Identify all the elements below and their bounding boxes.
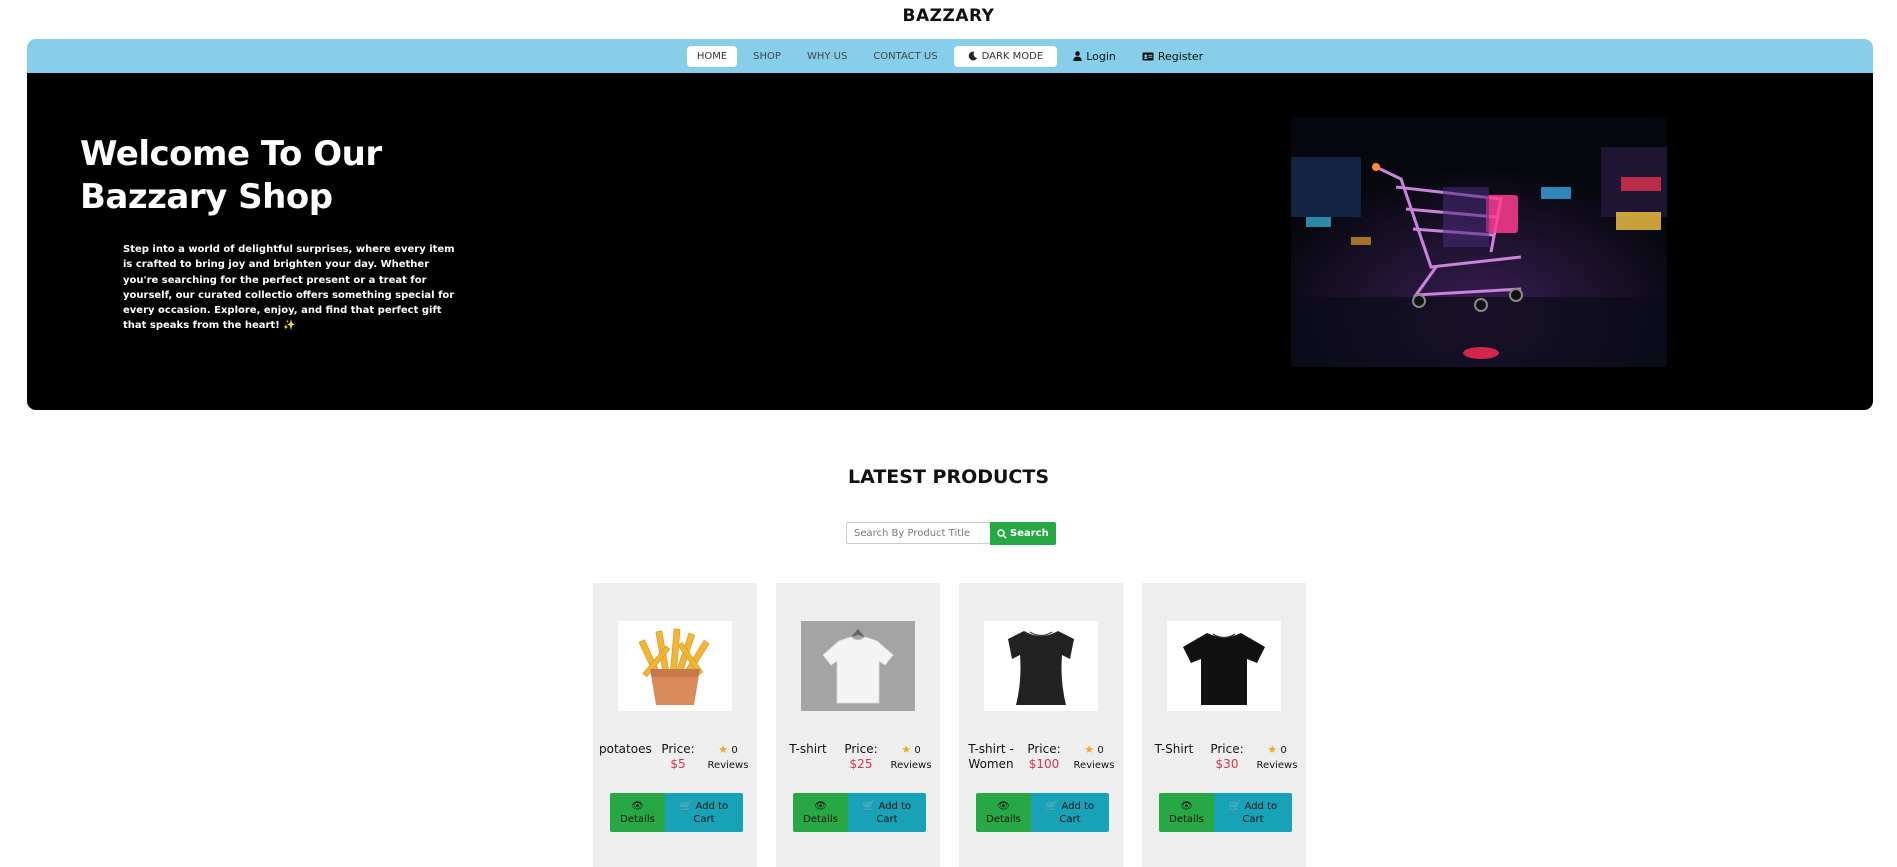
add-to-cart-button[interactable]: 🛒 Add to Cart — [1214, 793, 1292, 832]
search-icon — [997, 528, 1007, 539]
latest-products-heading: LATEST PRODUCTS — [847, 466, 1050, 488]
reviews-label: Reviews — [1256, 760, 1298, 771]
product-grid: potatoes Price: $5 ★ 0 Reviews 👁 Details… — [593, 583, 1306, 867]
register-link[interactable]: Register — [1132, 45, 1213, 68]
price-label: Price: — [1027, 742, 1061, 756]
nav-shop[interactable]: SHOP — [743, 46, 791, 67]
reviews-label: Reviews — [707, 760, 749, 771]
product-search-form: Search — [846, 522, 1056, 545]
details-label: Details — [1169, 813, 1204, 825]
star-icon: ★ — [1267, 743, 1278, 756]
price-value: $100 — [1028, 757, 1060, 771]
hero-description: Step into a world of delightful surprise… — [123, 244, 455, 332]
product-title: T-Shirt — [1154, 742, 1194, 756]
hero-title-line1: Welcome To Our — [80, 134, 382, 174]
black-tshirt-image — [1167, 621, 1281, 711]
hero-banner: Welcome To Our Bazzary Shop Step into a … — [27, 73, 1873, 410]
product-title: T-shirt — [789, 742, 827, 756]
product-price: Price: $5 — [655, 742, 701, 773]
dark-mode-button[interactable]: DARK MODE — [953, 45, 1058, 67]
nav-home[interactable]: HOME — [686, 45, 738, 67]
nav-contact-us[interactable]: CONTACT US — [863, 46, 947, 67]
register-label: Register — [1157, 49, 1204, 63]
add-to-cart-label: Add to Cart — [876, 800, 912, 825]
price-value: $30 — [1215, 757, 1239, 771]
login-link[interactable]: Login — [1063, 45, 1126, 68]
search-button-label: Search — [1010, 528, 1049, 539]
cart-icon: 🛒 — [862, 800, 876, 812]
add-to-cart-button[interactable]: 🛒 Add to Cart — [1031, 793, 1109, 832]
search-input[interactable] — [846, 522, 990, 544]
add-to-cart-button[interactable]: 🛒 Add to Cart — [848, 793, 926, 832]
product-card: potatoes Price: $5 ★ 0 Reviews 👁 Details… — [593, 583, 757, 867]
product-reviews: ★ 0 Reviews — [705, 742, 751, 773]
product-reviews: ★ 0 Reviews — [1254, 742, 1300, 773]
white-tshirt-image — [801, 621, 915, 711]
eye-icon: 👁 — [1180, 800, 1193, 812]
price-value: $25 — [849, 757, 873, 771]
details-button[interactable]: 👁 Details — [793, 793, 848, 832]
reviews-count: 0 — [1280, 745, 1287, 756]
eye-icon: 👁 — [997, 800, 1010, 812]
reviews-count: 0 — [1097, 745, 1104, 756]
dark-mode-label: DARK MODE — [981, 50, 1044, 62]
cart-icon: 🛒 — [679, 800, 693, 812]
price-label: Price: — [661, 742, 695, 756]
details-button[interactable]: 👁 Details — [976, 793, 1031, 832]
details-button[interactable]: 👁 Details — [1159, 793, 1214, 832]
product-reviews: ★ 0 Reviews — [888, 742, 934, 773]
reviews-label: Reviews — [890, 760, 932, 771]
product-title: T-shirt - Women — [968, 742, 1014, 771]
details-label: Details — [803, 813, 838, 825]
details-button[interactable]: 👁 Details — [610, 793, 665, 832]
reviews-count: 0 — [914, 745, 921, 756]
star-icon: ★ — [718, 743, 729, 756]
eye-icon: 👁 — [631, 800, 644, 812]
moon-icon — [968, 51, 977, 61]
nav-why-us[interactable]: WHY US — [797, 46, 857, 67]
brand-title: BAZZARY — [902, 6, 995, 26]
product-card: T-shirt Price: $25 ★ 0 Reviews 👁 Details… — [776, 583, 940, 867]
reviews-label: Reviews — [1073, 760, 1115, 771]
navbar: HOME SHOP WHY US CONTACT US DARK MODE Lo… — [27, 39, 1873, 73]
product-reviews: ★ 0 Reviews — [1071, 742, 1117, 773]
login-label: Login — [1086, 49, 1116, 63]
price-label: Price: — [844, 742, 878, 756]
cart-icon: 🛒 — [1045, 800, 1059, 812]
product-card: T-Shirt Price: $30 ★ 0 Reviews 👁 Details… — [1142, 583, 1306, 867]
product-price: Price: $100 — [1021, 742, 1067, 773]
black-tshirt-women-image — [984, 621, 1098, 711]
product-title: potatoes — [599, 742, 652, 756]
user-icon — [1073, 51, 1082, 61]
hero-title: Welcome To Our Bazzary Shop — [80, 133, 440, 219]
add-to-cart-label: Add to Cart — [1242, 800, 1278, 825]
product-price: Price: $25 — [838, 742, 884, 773]
id-card-icon — [1142, 52, 1154, 60]
add-to-cart-label: Add to Cart — [1059, 800, 1095, 825]
shopping-cart-image — [1291, 117, 1667, 367]
details-label: Details — [986, 813, 1021, 825]
cart-icon: 🛒 — [1228, 800, 1242, 812]
hero-title-line2: Bazzary Shop — [80, 177, 333, 217]
product-card: T-shirt - Women Price: $100 ★ 0 Reviews … — [959, 583, 1123, 867]
details-label: Details — [620, 813, 655, 825]
star-icon: ★ — [901, 743, 912, 756]
price-value: $5 — [670, 757, 686, 771]
price-label: Price: — [1210, 742, 1244, 756]
reviews-count: 0 — [731, 745, 738, 756]
add-to-cart-button[interactable]: 🛒 Add to Cart — [665, 793, 743, 832]
add-to-cart-label: Add to Cart — [693, 800, 729, 825]
search-button[interactable]: Search — [990, 522, 1056, 545]
fries-image — [618, 621, 732, 711]
star-icon: ★ — [1084, 743, 1095, 756]
product-price: Price: $30 — [1204, 742, 1250, 773]
eye-icon: 👁 — [814, 800, 827, 812]
